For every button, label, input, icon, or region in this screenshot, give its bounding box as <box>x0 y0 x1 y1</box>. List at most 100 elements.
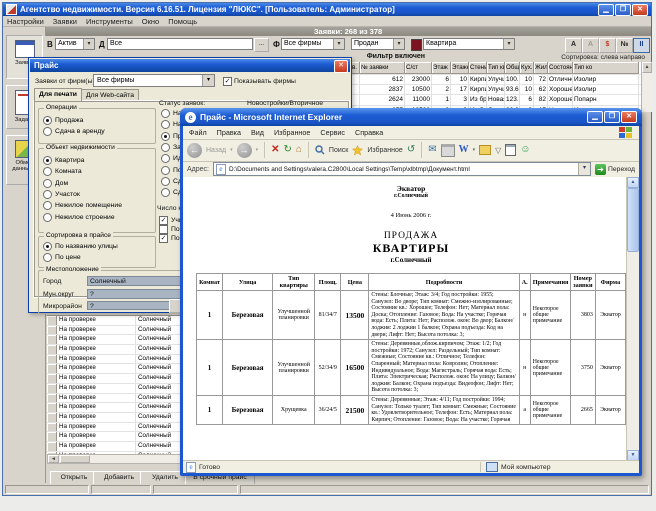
row-selector[interactable] <box>47 394 57 403</box>
table-row[interactable]: На проверкеСолнечный <box>47 423 184 433</box>
row-selector[interactable] <box>47 413 57 422</box>
radio-option[interactable]: Дом <box>43 178 153 189</box>
scroll-left-icon[interactable]: ◄ <box>48 455 59 463</box>
row-selector[interactable] <box>47 442 57 451</box>
table-row[interactable]: На проверкеСолнечный <box>47 355 184 365</box>
back-icon[interactable]: ← <box>187 143 202 158</box>
show-firms-checkbox[interactable]: ✓ <box>223 77 232 86</box>
forward-dropdown-icon[interactable]: ▾ <box>256 147 259 153</box>
messenger-icon[interactable]: ☺ <box>520 143 530 157</box>
row-selector[interactable] <box>47 432 57 441</box>
grid-header-cell[interactable]: № заявки <box>360 62 405 74</box>
table-row[interactable]: 26241100013Из брусНовая123.1682ХорошееПо… <box>351 95 641 105</box>
radio-icon[interactable] <box>43 190 52 199</box>
ie-vertical-scrollbar[interactable]: ▲ ▼ <box>626 177 639 461</box>
table-row[interactable]: На проверкеСолнечный <box>47 335 184 345</box>
ie-menu-item[interactable]: Правка <box>217 128 241 137</box>
row-selector[interactable] <box>47 326 57 335</box>
radio-icon[interactable] <box>43 167 52 176</box>
close-button[interactable]: ✕ <box>632 4 648 16</box>
radio-option[interactable]: По цене <box>43 252 153 263</box>
radio-icon[interactable] <box>161 154 170 163</box>
ie-titlebar[interactable]: e Прайс - Microsoft Internet Explorer ▁ … <box>180 108 642 126</box>
table-row[interactable]: На проверкеСолнечный <box>47 326 184 336</box>
firms-combo[interactable]: Все фирмы <box>93 74 215 87</box>
radio-option[interactable]: Нежилое помещение <box>43 200 153 211</box>
radio-icon[interactable] <box>43 179 52 188</box>
menu-item[interactable]: Настройки <box>7 17 44 26</box>
radio-icon[interactable] <box>161 109 170 118</box>
grid-header-cell[interactable]: Общ. <box>505 62 520 74</box>
radio-icon[interactable] <box>161 188 170 197</box>
table-row[interactable]: На проверкеСолнечный <box>47 316 184 326</box>
scroll-up-icon[interactable]: ▲ <box>642 62 652 73</box>
font-button[interactable]: А <box>565 38 582 53</box>
grid-vertical-scrollbar[interactable]: ▲ <box>641 62 652 112</box>
table-row[interactable]: На проверкеСолнечный <box>47 394 184 404</box>
radio-icon[interactable] <box>161 120 170 129</box>
ie-close-button[interactable]: ✕ <box>621 111 637 123</box>
menu-item[interactable]: Окно <box>142 17 159 26</box>
address-dropdown-icon[interactable]: ▾ <box>578 163 590 175</box>
checkbox-icon[interactable]: ✓ <box>159 216 168 225</box>
scrollbar-thumb[interactable] <box>627 188 639 252</box>
go-button[interactable]: ➜ Переход <box>595 164 635 175</box>
object-filter-combo[interactable]: Квартира <box>423 38 515 50</box>
favorites-icon[interactable] <box>352 145 363 156</box>
table-row[interactable]: На проверкеСолнечный <box>47 413 184 423</box>
ie-menu-item[interactable]: Файл <box>189 128 207 137</box>
grid-header-cell[interactable]: С/ст <box>405 62 432 74</box>
checkbox-icon[interactable] <box>159 225 168 234</box>
ie-menu-item[interactable]: Избранное <box>274 128 310 137</box>
grid-header-cell[interactable]: Этаж <box>432 62 451 74</box>
favorites-label[interactable]: Избранное <box>367 147 402 154</box>
radio-icon[interactable] <box>161 166 170 175</box>
checkbox-icon[interactable]: ✓ <box>159 234 168 243</box>
row-selector[interactable] <box>47 345 57 354</box>
address-input[interactable]: e D:\Documents and Settings\valera.C2800… <box>213 162 591 176</box>
grid-header-cell[interactable]: Тип ко <box>573 62 639 74</box>
menu-item[interactable]: Инструменты <box>86 17 133 26</box>
filter-icon[interactable]: ▽ <box>495 146 501 155</box>
grid-header-cell[interactable]: Состояние <box>548 62 573 74</box>
table-row[interactable]: На проверкеСолнечный <box>47 432 184 442</box>
radio-option[interactable]: Нежилое строение <box>43 211 153 222</box>
ie-menu-item[interactable]: Справка <box>355 128 383 137</box>
mail-icon[interactable]: ✉ <box>428 143 436 157</box>
browse-button[interactable]: ... <box>254 38 269 52</box>
search-icon[interactable] <box>315 145 325 155</box>
radio-icon[interactable] <box>43 253 52 262</box>
table-row[interactable]: На проверкеСолнечный <box>47 374 184 384</box>
firm-filter-combo[interactable]: Все фирмы <box>281 38 345 50</box>
grid-header-cell[interactable]: Стены <box>469 62 487 74</box>
row-selector[interactable] <box>47 374 57 383</box>
radio-icon[interactable] <box>43 116 52 125</box>
requests-grid[interactable]: в.№ заявкиС/стЭтажЭтажейСтеныТип кв.Общ.… <box>351 62 641 112</box>
history-icon[interactable]: ↺ <box>407 143 415 157</box>
requests-grid-left-columns[interactable]: На проверкеСолнечныйНа проверкеСолнечный… <box>47 315 184 455</box>
ie-menu-item[interactable]: Вид <box>251 128 264 137</box>
table-row[interactable]: 283710500217КирпичУлучшенн93.61062Хороше… <box>351 85 641 95</box>
pause-button[interactable]: II <box>633 38 650 53</box>
radio-option[interactable]: Комната <box>43 166 153 177</box>
row-selector[interactable] <box>47 355 57 364</box>
grid-header-cell[interactable]: Кух. <box>520 62 534 74</box>
dialog-close-icon[interactable]: ✕ <box>334 60 348 73</box>
grid-horizontal-scrollbar[interactable]: ◄ <box>47 454 184 464</box>
row-selector[interactable] <box>47 335 57 344</box>
search-label[interactable]: Поиск <box>329 147 348 154</box>
radio-option[interactable]: Квартира <box>43 155 153 166</box>
back-dropdown-icon[interactable]: ▾ <box>230 147 233 153</box>
ie-maximize-button[interactable]: ❐ <box>604 111 620 123</box>
print-icon[interactable] <box>441 144 455 157</box>
table-row[interactable]: На проверкеСолнечный <box>47 345 184 355</box>
folder-icon[interactable] <box>479 145 491 155</box>
tab-print[interactable]: Для печати <box>34 88 82 101</box>
radio-icon[interactable] <box>161 177 170 186</box>
radio-option[interactable]: Продажа <box>43 115 153 126</box>
refresh-icon[interactable]: ↻ <box>283 143 291 157</box>
radio-icon[interactable] <box>43 201 52 210</box>
radio-option[interactable]: Участок <box>43 189 153 200</box>
menu-item[interactable]: Заявки <box>53 17 77 26</box>
menu-item[interactable]: Помощь <box>168 17 197 26</box>
